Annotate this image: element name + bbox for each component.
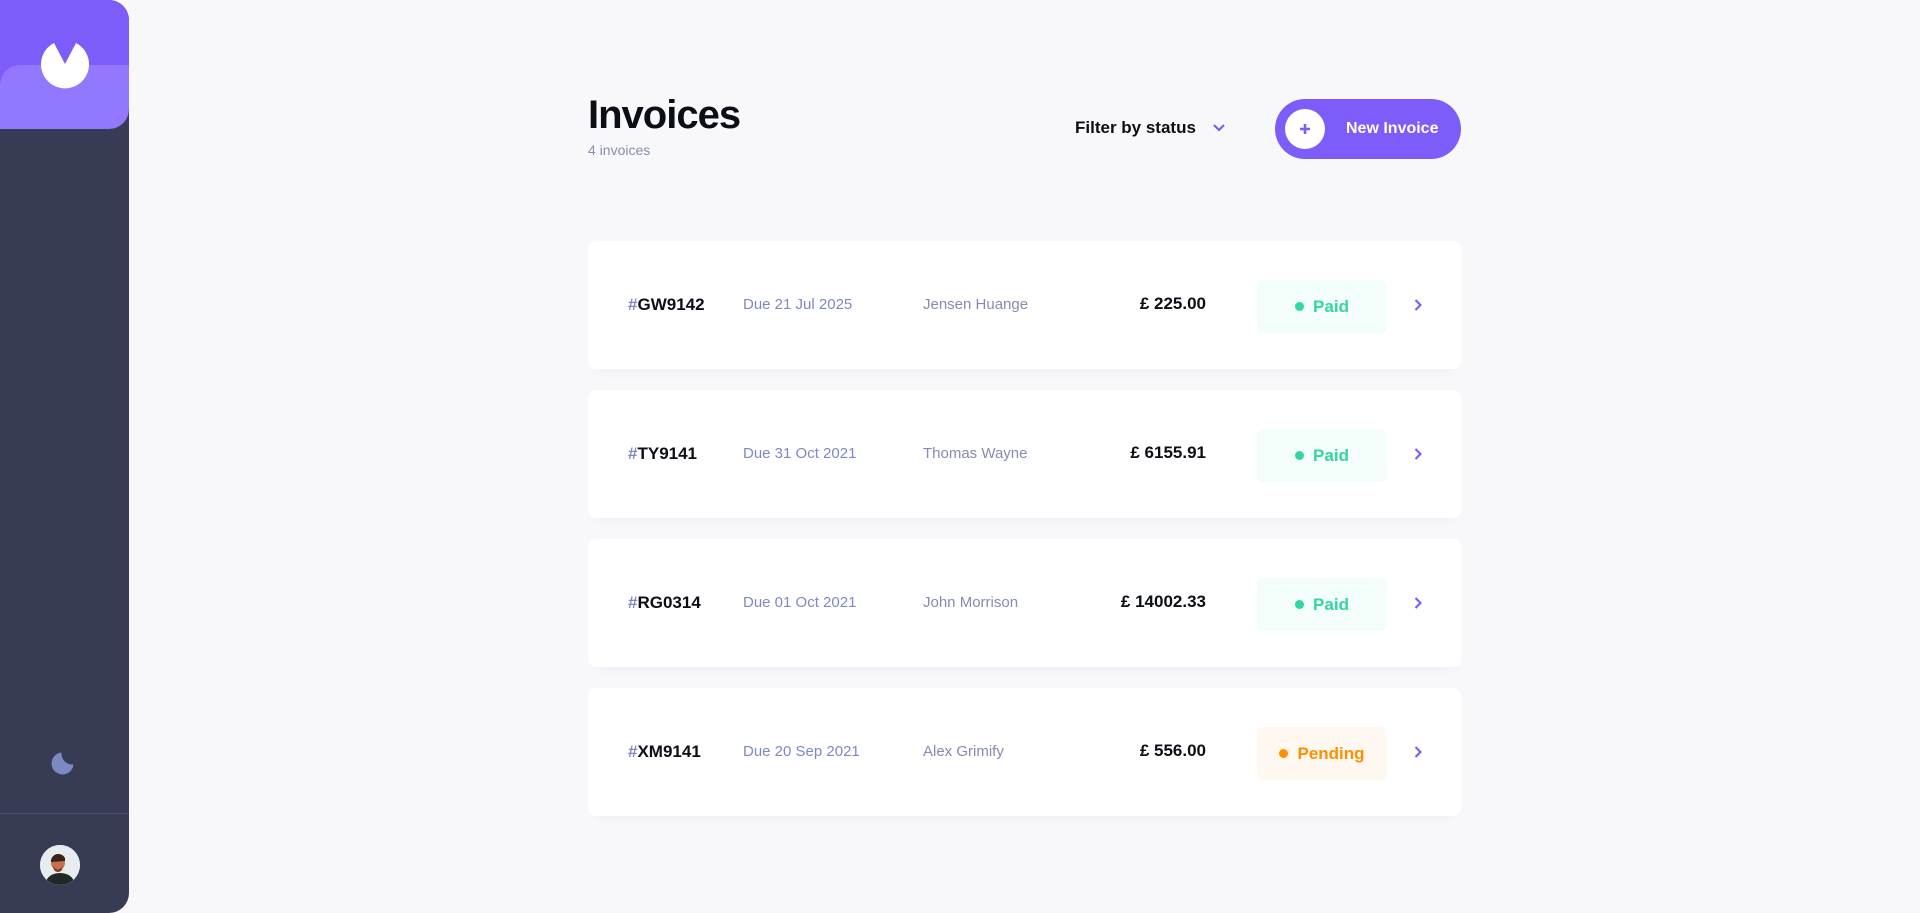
invoice-id-value: GW9142 (637, 295, 705, 314)
invoice-count: 4 invoices (588, 142, 651, 158)
invoice-row[interactable]: #RG0314 Due 01 Oct 2021 John Morrison £ … (588, 539, 1461, 667)
invoice-id-value: RG0314 (637, 593, 701, 612)
invoice-amount: £ 14002.33 (1120, 592, 1206, 611)
invoice-client-name: John Morrison (923, 594, 1019, 611)
invoice-due-date: Due 01 Oct 2021 (743, 594, 857, 611)
status-dot (1295, 302, 1305, 311)
moon-icon[interactable] (51, 747, 79, 775)
chevron-down-icon (1213, 124, 1225, 132)
invoice-id: #RG0314 (628, 593, 701, 613)
invoice-due-date: Due 31 Oct 2021 (743, 445, 857, 462)
app-logo-icon (41, 43, 89, 89)
app-logo[interactable] (0, 0, 129, 129)
invoice-client-name: Alex Grimify (923, 743, 1004, 760)
chevron-right-icon (1414, 448, 1422, 460)
invoice-list: #GW9142 Due 21 Jul 2025 Jensen Huange £ … (588, 241, 1461, 837)
status-badge: Paid (1257, 429, 1387, 482)
status-label: Paid (1313, 445, 1349, 465)
filter-by-status-dropdown[interactable]: Filter by status (1075, 118, 1225, 138)
invoice-row[interactable]: #GW9142 Due 21 Jul 2025 Jensen Huange £ … (588, 241, 1461, 369)
chevron-right-icon (1414, 299, 1422, 311)
plus-icon (1285, 109, 1325, 149)
status-dot (1295, 600, 1305, 609)
invoice-amount: £ 225.00 (1139, 294, 1206, 313)
invoice-row[interactable]: #XM9141 Due 20 Sep 2021 Alex Grimify £ 5… (588, 688, 1461, 816)
invoice-id: #TY9141 (628, 444, 697, 464)
status-dot (1295, 451, 1305, 460)
status-label: Paid (1313, 296, 1349, 316)
chevron-right-icon (1414, 746, 1422, 758)
status-label: Pending (1297, 743, 1365, 763)
status-dot (1279, 749, 1289, 758)
status-badge: Pending (1257, 727, 1387, 780)
avatar-image (40, 845, 80, 885)
invoice-id: #GW9142 (628, 295, 705, 315)
status-badge: Paid (1257, 280, 1387, 333)
invoice-amount: £ 6155.91 (1130, 443, 1206, 462)
page-title: Invoices (588, 93, 741, 137)
status-badge: Paid (1257, 578, 1387, 631)
chevron-right-icon (1414, 597, 1422, 609)
invoices-header: Invoices 4 invoices Filter by status New… (588, 92, 1461, 164)
sidebar (0, 0, 129, 913)
invoice-client-name: Thomas Wayne (923, 445, 1028, 462)
invoice-id: #XM9141 (628, 742, 701, 762)
invoice-id-value: XM9141 (637, 742, 701, 761)
status-label: Paid (1313, 594, 1349, 614)
invoice-due-date: Due 21 Jul 2025 (743, 296, 853, 313)
filter-label: Filter by status (1075, 118, 1196, 137)
sidebar-divider (0, 813, 129, 814)
new-invoice-label: New Invoice (1346, 120, 1439, 137)
invoice-row[interactable]: #TY9141 Due 31 Oct 2021 Thomas Wayne £ 6… (588, 390, 1461, 518)
invoice-due-date: Due 20 Sep 2021 (743, 743, 860, 760)
invoice-amount: £ 556.00 (1139, 741, 1206, 760)
invoice-client-name: Jensen Huange (923, 296, 1029, 313)
user-avatar[interactable] (40, 845, 80, 885)
invoice-id-value: TY9141 (637, 444, 698, 463)
new-invoice-button[interactable]: New Invoice (1275, 99, 1461, 159)
